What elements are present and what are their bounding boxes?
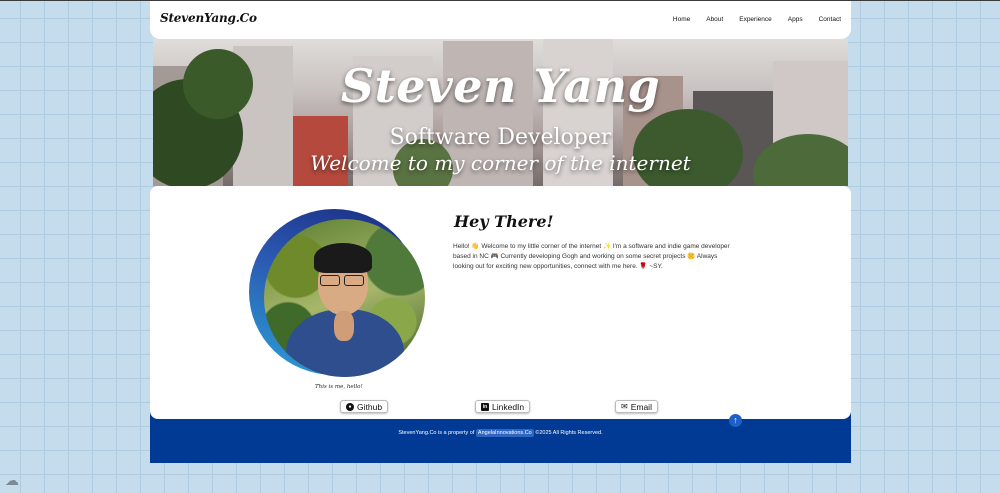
hero-title: Steven Yang: [340, 59, 661, 113]
nav-contact[interactable]: Contact: [819, 16, 841, 23]
nav-apps[interactable]: Apps: [788, 16, 803, 23]
footer-company-link[interactable]: AngelaInnovations.Co: [475, 429, 534, 437]
github-icon: ●: [346, 402, 354, 411]
cloud-icon[interactable]: ☁: [5, 473, 19, 487]
about-heading: Hey There!: [454, 212, 554, 231]
profile-photo: [264, 219, 425, 377]
site-header: StevenYang.Co Home About Experience Apps…: [150, 1, 851, 39]
hero-tagline: Welcome to my corner of the internet: [310, 151, 691, 175]
hero-banner: Steven Yang Software Developer Welcome t…: [153, 39, 848, 186]
nav-about[interactable]: About: [706, 16, 723, 23]
linkedin-label: LinkedIn: [492, 401, 525, 412]
envelope-icon: ✉: [621, 401, 628, 411]
footer-prefix: StevenYang.Co is a property of: [398, 430, 475, 436]
about-section: This is me, hello! Hey There! Hello! 👋 W…: [150, 186, 851, 419]
nav-experience[interactable]: Experience: [739, 16, 772, 23]
github-button[interactable]: ● Github: [340, 400, 389, 413]
arrow-up-icon: ↑: [733, 415, 738, 425]
main-nav: Home About Experience Apps Contact: [657, 16, 841, 23]
about-intro: Hello! 👋 Welcome to my little corner of …: [453, 243, 730, 270]
nav-home[interactable]: Home: [673, 16, 690, 23]
footer-rights: ©2025 All Rights Reserved.: [535, 430, 603, 436]
scroll-top-button[interactable]: ↑: [729, 414, 742, 427]
photo-caption: This is me, hello!: [315, 384, 363, 390]
footer-copyright: StevenYang.Co is a property of AngelaInn…: [150, 429, 851, 437]
email-label: Email: [630, 401, 652, 412]
hero-subtitle: Software Developer: [389, 125, 612, 150]
linkedin-button[interactable]: in LinkedIn: [475, 400, 531, 413]
linkedin-icon: in: [481, 402, 489, 411]
brand-logo[interactable]: StevenYang.Co: [160, 11, 257, 25]
email-button[interactable]: ✉ Email: [615, 400, 658, 413]
avatar: [249, 209, 425, 377]
github-label: Github: [357, 401, 383, 412]
